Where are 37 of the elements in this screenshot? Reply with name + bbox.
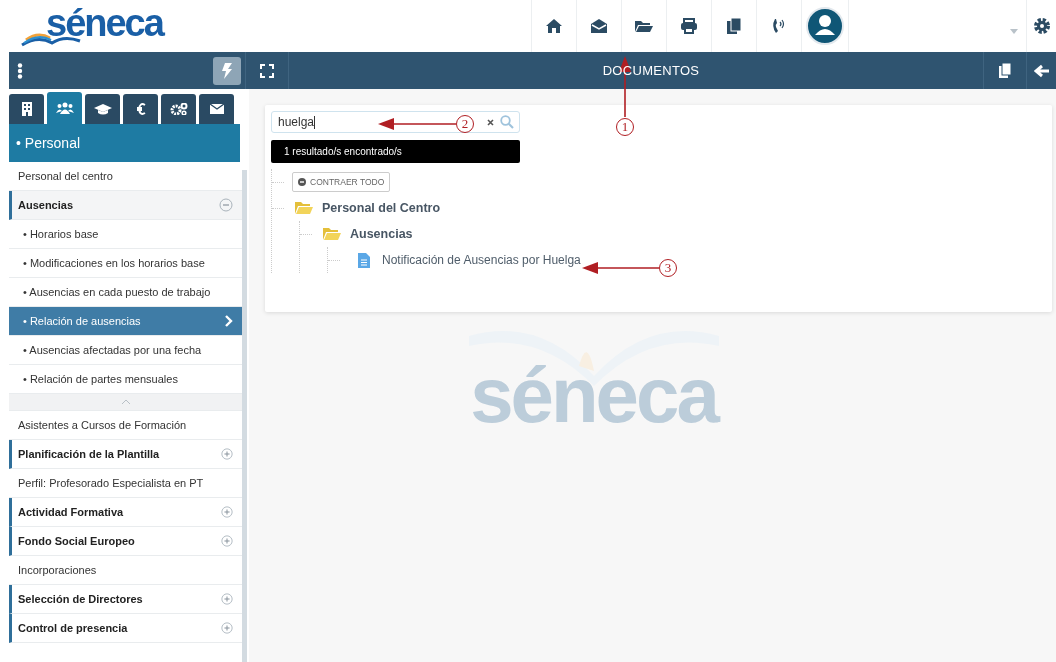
tree-node[interactable]: Personal del Centro bbox=[322, 201, 441, 215]
fullscreen-icon[interactable] bbox=[260, 63, 274, 78]
people-icon bbox=[55, 102, 74, 114]
lightning-button[interactable] bbox=[213, 56, 241, 85]
logo-wordmark[interactable]: séneca bbox=[46, 2, 163, 45]
background-logo: séneca bbox=[470, 356, 717, 434]
page-title: DOCUMENTOS bbox=[601, 63, 701, 78]
tree-node[interactable]: Ausencias bbox=[350, 227, 413, 241]
sidebar-tab[interactable] bbox=[161, 94, 196, 124]
euro-icon bbox=[135, 103, 146, 115]
sidebar-tab[interactable] bbox=[85, 94, 120, 124]
minus-circle-icon bbox=[298, 178, 306, 186]
search-result-tooltip: 1 resultado/s encontrado/s bbox=[271, 140, 520, 163]
graduation-cap-icon bbox=[93, 103, 112, 115]
chevron-right-icon bbox=[225, 315, 233, 327]
sidebar-tab[interactable] bbox=[123, 94, 158, 124]
sidebar-subitem[interactable]: • Relación de ausencias bbox=[9, 307, 242, 336]
gears-icon bbox=[169, 103, 188, 115]
sidebar-group[interactable]: Ausencias bbox=[9, 191, 242, 220]
sidebar-tab[interactable] bbox=[9, 94, 44, 124]
sidebar-tab[interactable] bbox=[199, 94, 234, 124]
avatar-icon[interactable] bbox=[806, 7, 844, 45]
lightning-icon bbox=[221, 61, 233, 80]
folder-icon bbox=[294, 201, 314, 215]
section-title: • Personal bbox=[9, 124, 240, 162]
tree-node[interactable]: Notificación de Ausencias por Huelga bbox=[382, 253, 581, 267]
clear-icon[interactable] bbox=[487, 118, 494, 126]
settings-icon[interactable] bbox=[1032, 17, 1051, 35]
document-icon bbox=[358, 252, 370, 268]
building-icon bbox=[21, 102, 32, 116]
envelope-icon bbox=[209, 104, 224, 114]
sidebar-tab[interactable] bbox=[47, 92, 82, 124]
copy-icon[interactable] bbox=[998, 62, 1012, 79]
folder-icon bbox=[322, 227, 342, 241]
menu-icon[interactable] bbox=[17, 62, 23, 79]
back-arrow-icon[interactable] bbox=[1033, 63, 1050, 78]
collapse-all-button[interactable]: CONTRAER TODO bbox=[292, 172, 391, 192]
